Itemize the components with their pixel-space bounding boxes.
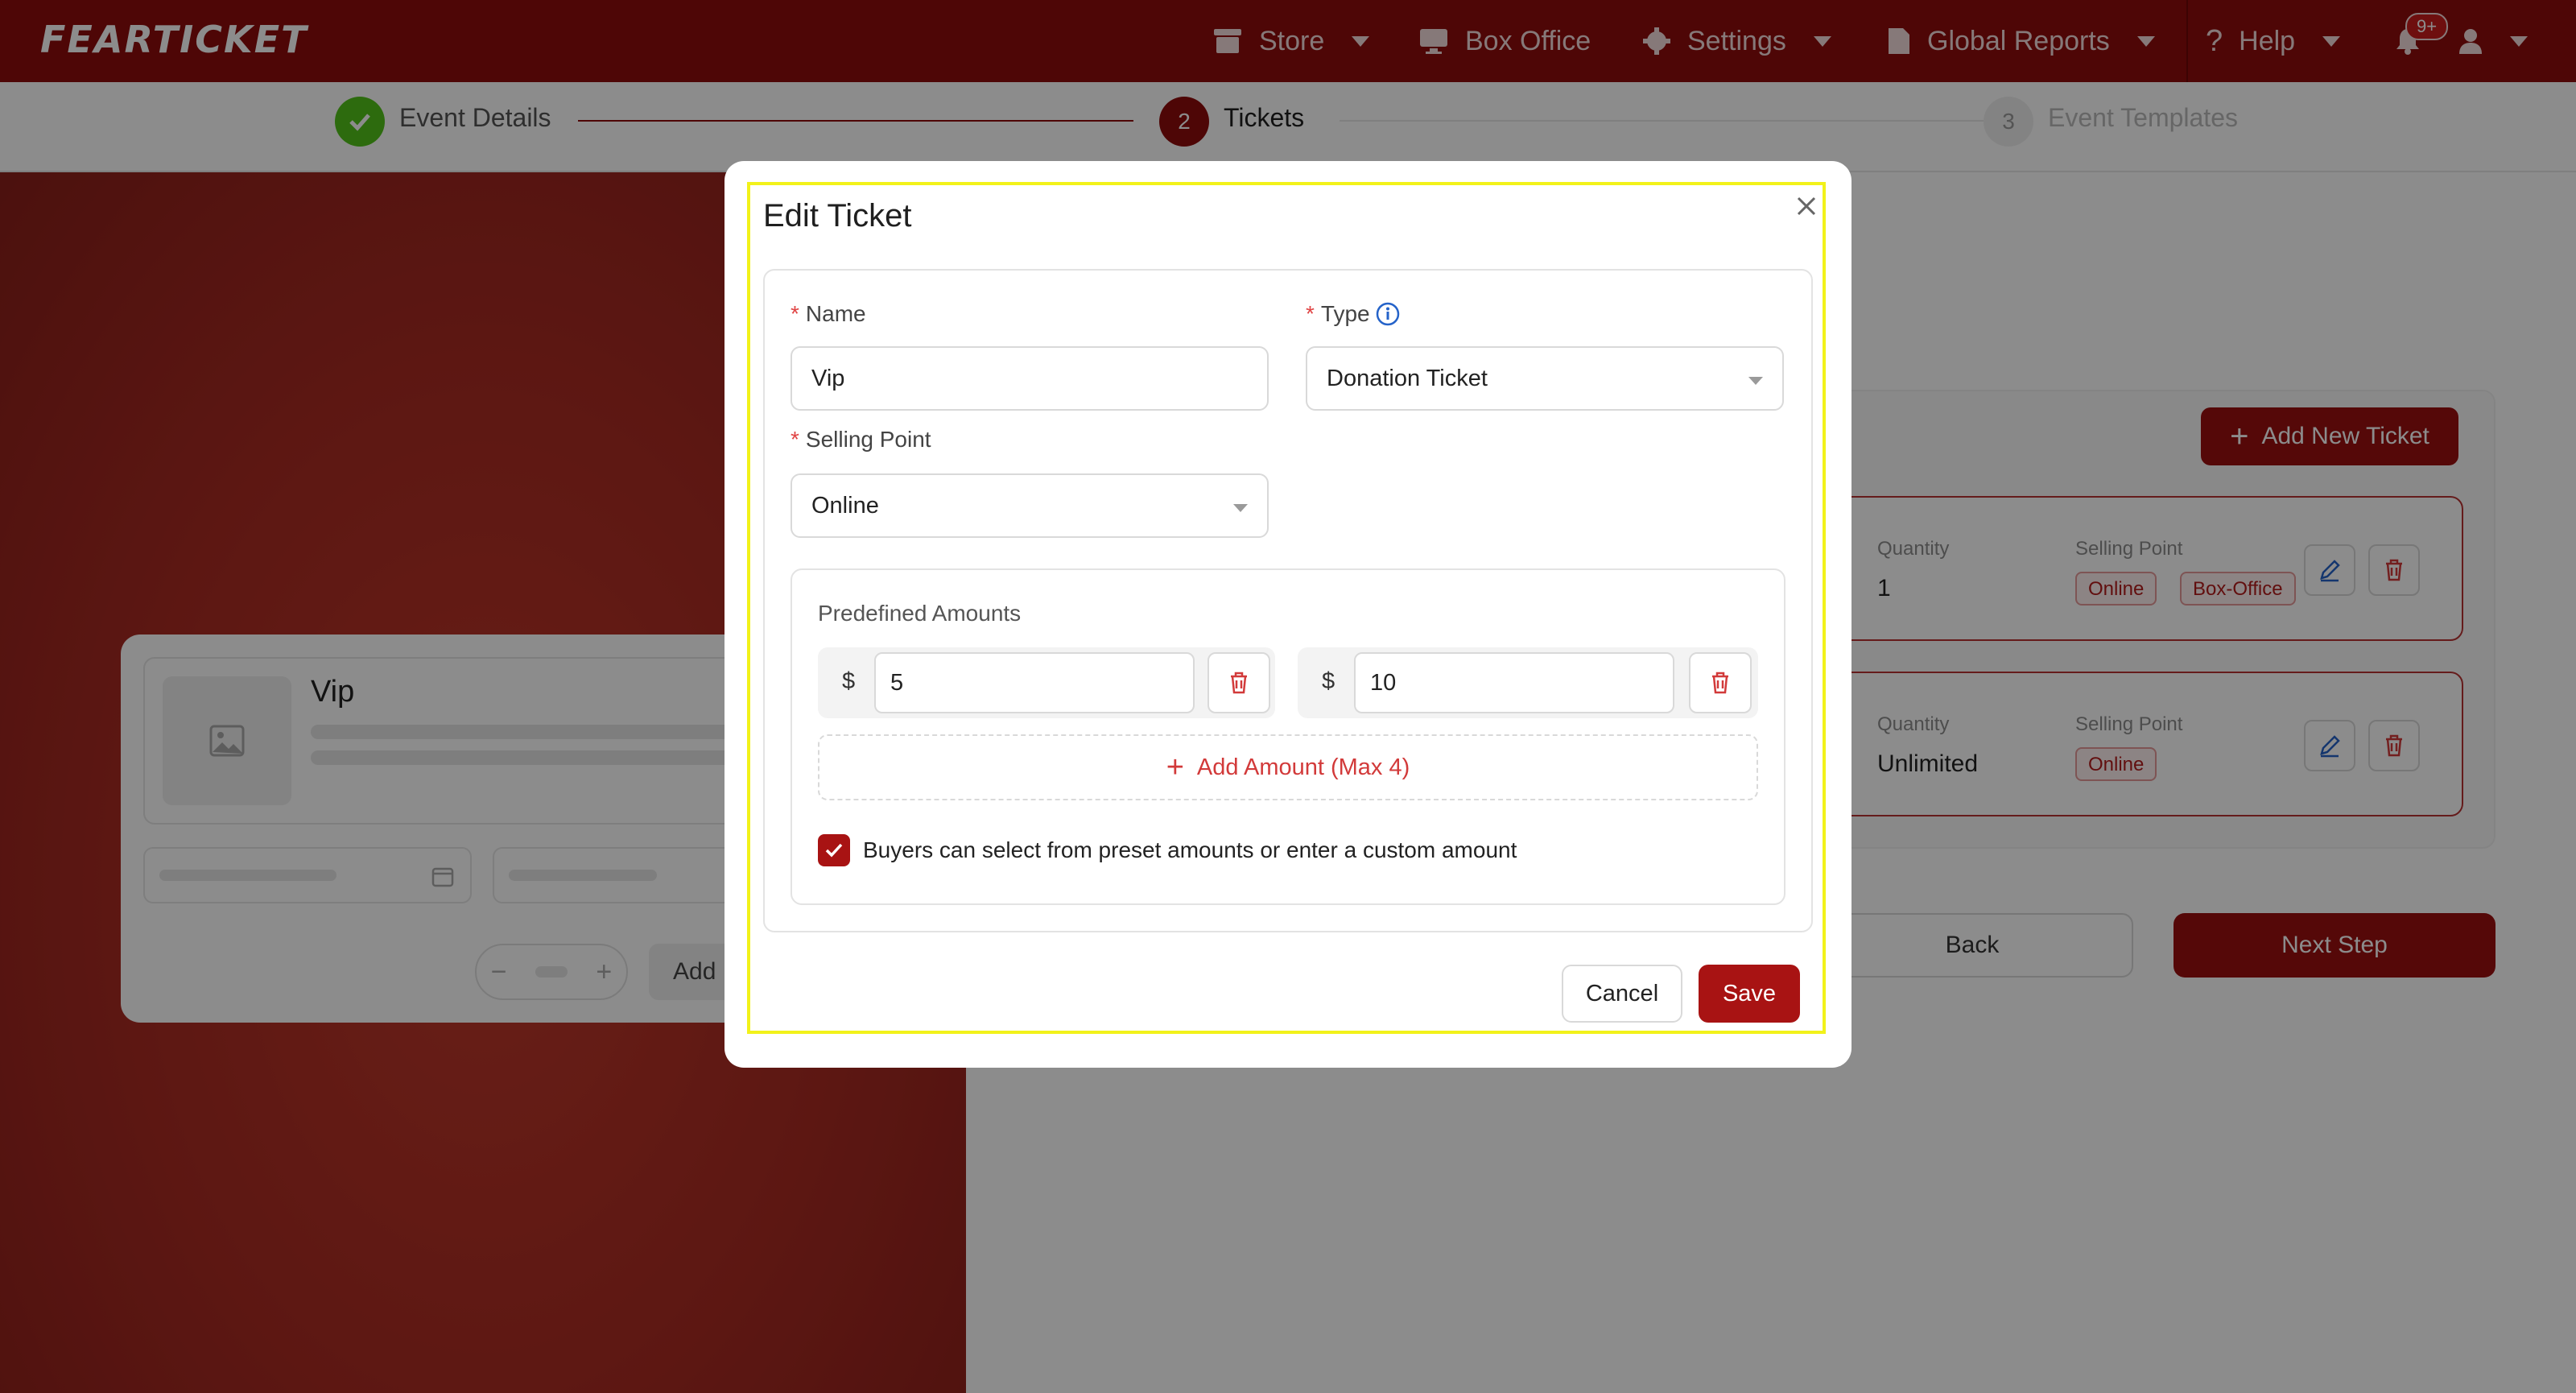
amount-row: $ 10: [1298, 647, 1758, 718]
selling-point-select-value: Online: [811, 492, 879, 519]
type-select-value: Donation Ticket: [1327, 365, 1488, 391]
custom-amount-checkbox[interactable]: [818, 834, 850, 866]
add-amount-button[interactable]: + Add Amount (Max 4): [818, 734, 1758, 800]
save-button[interactable]: Save: [1699, 965, 1800, 1023]
amount-input[interactable]: 10: [1354, 652, 1674, 713]
selling-point-select[interactable]: Online: [791, 473, 1269, 538]
trash-icon: [1231, 672, 1247, 694]
info-icon[interactable]: [1375, 301, 1401, 327]
delete-amount-button[interactable]: [1208, 652, 1270, 713]
type-select[interactable]: Donation Ticket: [1306, 346, 1784, 411]
chevron-down-icon: [1748, 377, 1763, 385]
delete-amount-button[interactable]: [1689, 652, 1752, 713]
selling-point-label: * Selling Point: [791, 427, 931, 452]
add-amount-label: Add Amount (Max 4): [1196, 754, 1410, 780]
chevron-down-icon: [1233, 504, 1248, 512]
custom-amount-label[interactable]: Buyers can select from preset amounts or…: [863, 837, 1517, 863]
amount-row: $ 5: [818, 647, 1275, 718]
amount-input[interactable]: 5: [874, 652, 1195, 713]
close-button[interactable]: [1790, 190, 1823, 222]
predefined-amounts-label: Predefined Amounts: [818, 601, 1022, 626]
currency-symbol: $: [1322, 668, 1335, 694]
modal-title: Edit Ticket: [763, 198, 912, 234]
plus-icon: +: [1166, 750, 1184, 784]
type-label: * Type: [1306, 301, 1401, 327]
name-label: * Name: [791, 301, 866, 326]
trash-icon: [1712, 672, 1728, 694]
check-icon: [825, 843, 843, 858]
close-icon: [1797, 196, 1816, 216]
cancel-button[interactable]: Cancel: [1562, 965, 1682, 1023]
currency-symbol: $: [842, 668, 856, 694]
name-input[interactable]: Vip: [791, 346, 1269, 411]
